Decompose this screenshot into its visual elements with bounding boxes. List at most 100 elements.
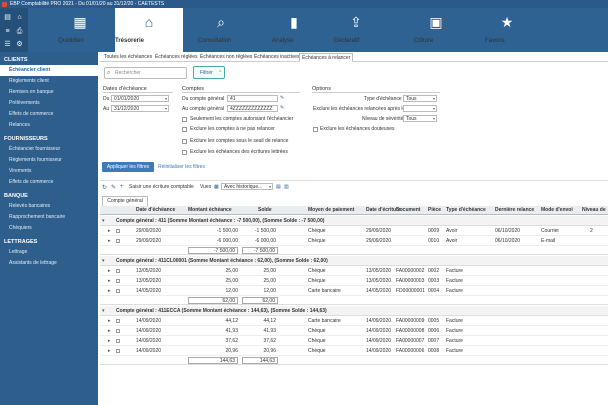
edit-icon[interactable]: ✎ [111,184,116,191]
collapse-icon[interactable]: ▾ [102,256,105,266]
row-checkbox[interactable] [116,329,120,333]
sidebar-item-releves[interactable]: Relevés bancaires [0,201,98,212]
sidebar-item-relances[interactable]: Relances [0,120,98,131]
col-moyen[interactable]: Moyen de paiement [308,206,354,215]
sidebar-item-lettrage[interactable]: Lettrage [0,247,98,258]
col-mode-envoi[interactable]: Mode d'envoi [541,206,573,215]
add-icon[interactable]: + [120,184,124,190]
new-entry-button[interactable]: Saisir une écriture comptable [129,184,194,190]
date-from-field[interactable]: 01/01/2020 ▾ [111,95,169,102]
sidebar-item-echeancier-client[interactable]: Échéancier client [0,65,98,76]
row-checkbox[interactable] [116,319,120,323]
checkbox-ne-pas-relancer[interactable] [182,127,187,132]
table-row[interactable]: ▸ 14/09/2020 44,12 44,12 Carte bancaire 14/09… [100,316,608,326]
reset-filters-link[interactable]: Réinitialiser les filtres [158,162,205,172]
expand-icon[interactable]: ▸ [108,346,111,356]
print-icon[interactable]: ⎙ [15,27,24,36]
save-icon[interactable]: ▤ [3,13,12,22]
table-row[interactable]: ▸ 14/05/2020 12,00 12,00 Carte bancaire 14/05… [100,286,608,296]
row-checkbox[interactable] [116,289,120,293]
tab-analyse[interactable]: ▮ Analyse [272,8,316,52]
expand-icon[interactable]: ▸ [108,316,111,326]
table-row[interactable]: ▸ 14/09/2020 37,62 37,62 Chèque 14/09/2020 FA0… [100,336,608,346]
table-row[interactable]: ▸ 13/05/2020 25,00 25,00 Chèque 13/05/2020 FA0… [100,276,608,286]
sidebar-item-prelevements[interactable]: Prélèvements [0,98,98,109]
col-derniere-relance[interactable]: Dernière relance [495,206,534,215]
settings-icon[interactable]: ⚙ [15,40,24,49]
col-document[interactable]: Document [396,206,420,215]
expand-icon[interactable]: ▸ [108,266,111,276]
table-row[interactable]: ▸ 29/09/2020 -6 000,00 -6 000,00 Chèque 29/09… [100,236,608,246]
edit-pen-icon[interactable]: ✎ [280,95,284,101]
expand-icon[interactable]: ▸ [108,286,111,296]
tab-toutes[interactable]: Toutes les échéances [102,53,154,62]
refresh-icon[interactable]: ↻ [102,184,107,191]
tab-non-reglees[interactable]: Échéances non réglées [198,53,254,62]
collapse-icon[interactable]: ▾ [102,306,105,316]
group-row[interactable]: ▾ Compte général : 411CL00001 (Somme Mont… [100,256,608,266]
tab-declaratif[interactable]: ⇪ Déclaratif [334,8,378,52]
tab-tresorerie[interactable]: ⌂ Trésorerie [115,8,183,52]
table-row[interactable]: ▸ 13/05/2020 25,00 25,00 Chèque 13/05/2020 FA0… [100,266,608,276]
home-icon[interactable]: ⌂ [15,13,24,22]
severity-select[interactable]: Tous ▾ [403,115,437,122]
edit-pen-icon[interactable]: ✎ [280,105,284,111]
sidebar-item-assistants-lettrage[interactable]: Assistants de lettrage [0,258,98,269]
expand-icon[interactable]: ▸ [108,326,111,336]
checkbox-lettrees[interactable] [182,150,187,155]
grid-tab-compte-general[interactable]: Compte général [102,196,148,206]
tab-a-relancer[interactable]: Échéances à relancer [299,53,354,62]
row-checkbox[interactable] [116,349,120,353]
sidebar-item-chequiers[interactable]: Chèquiers [0,223,98,234]
table-row[interactable]: ▸ 29/09/2020 -1 500,00 -1 500,00 Chèque 29/09… [100,226,608,236]
sidebar-item-remises[interactable]: Remises en banque [0,87,98,98]
filter-button[interactable]: Filtrer ⌃ [193,66,225,79]
row-checkbox[interactable] [116,279,120,283]
type-select[interactable]: Tous ▾ [403,95,437,102]
relance-date-field[interactable]: ▾ [403,105,437,112]
tab-favoris[interactable]: ★ Favoris [485,8,529,52]
tab-reglees[interactable]: Échéances réglées [153,53,200,62]
from-account-field[interactable]: 41 [227,95,278,102]
apply-filters-button[interactable]: Appliquer les filtres [102,162,154,172]
col-montant[interactable]: Montant échéance [188,206,232,215]
tab-consultation[interactable]: ⌕ Consultation [198,8,244,52]
expand-icon[interactable]: ▸ [108,276,111,286]
list-icon[interactable]: ☰ [3,40,12,49]
search-input[interactable]: ⌕ Rechercher [104,67,187,79]
checkbox-douteuses[interactable] [313,127,318,132]
row-checkbox[interactable] [116,339,120,343]
expand-icon[interactable]: ▸ [108,236,111,246]
menu-icon[interactable]: ≡ [3,27,12,36]
sidebar-item-reglements-client[interactable]: Règlements client [0,76,98,87]
sidebar-item-virements[interactable]: Virements [0,166,98,177]
col-piece[interactable]: Pièce [428,206,441,215]
col-solde[interactable]: Solde [258,206,272,215]
checkbox-seuil[interactable] [182,139,187,144]
checkbox-autorisant[interactable] [182,117,187,122]
tab-cloture[interactable]: ▣ Clôture [414,8,458,52]
col-type[interactable]: Type d'échéance [446,206,486,215]
tab-quotidien[interactable]: ▦ Quotidien [58,8,102,52]
table-row[interactable]: ▸ 14/09/2020 20,96 20,96 Chèque 14/09/2020 FA0… [100,346,608,356]
sidebar-item-reglements-fournisseur[interactable]: Règlements fournisseur [0,155,98,166]
grid-columns-icon[interactable]: ▥ [284,184,289,190]
date-to-field[interactable]: 31/12/2020 ▾ [111,105,169,112]
grid-config-icon[interactable]: ▤ [276,184,281,190]
group-row[interactable]: ▾ Compte général : 411 (Somme Montant éch… [100,216,608,226]
sidebar-item-effets-fournisseur[interactable]: Effets de commerce [0,177,98,188]
col-niveau[interactable]: Niveau de [582,206,606,215]
sidebar-item-effets-client[interactable]: Effets de commerce [0,109,98,120]
tab-inactives[interactable]: Échéances inactives [252,53,302,62]
group-row[interactable]: ▾ Compte général : 411ECCA (Somme Montant… [100,306,608,316]
collapse-icon[interactable]: ▾ [102,216,105,226]
sidebar-item-echeancier-fournisseur[interactable]: Échéancier fournisseur [0,144,98,155]
row-checkbox[interactable] [116,229,120,233]
to-account-field[interactable]: 4ZZZZZZZZZZZZZ [227,105,278,112]
expand-icon[interactable]: ▸ [108,226,111,236]
view-select[interactable]: Avec historique... ▾ [221,183,273,190]
row-checkbox[interactable] [116,269,120,273]
expand-icon[interactable]: ▸ [108,336,111,346]
table-row[interactable]: ▸ 14/09/2020 41,93 41,93 Chèque 14/09/2020 FA0… [100,326,608,336]
col-date-echeance[interactable]: Date d'échéance [136,206,175,215]
